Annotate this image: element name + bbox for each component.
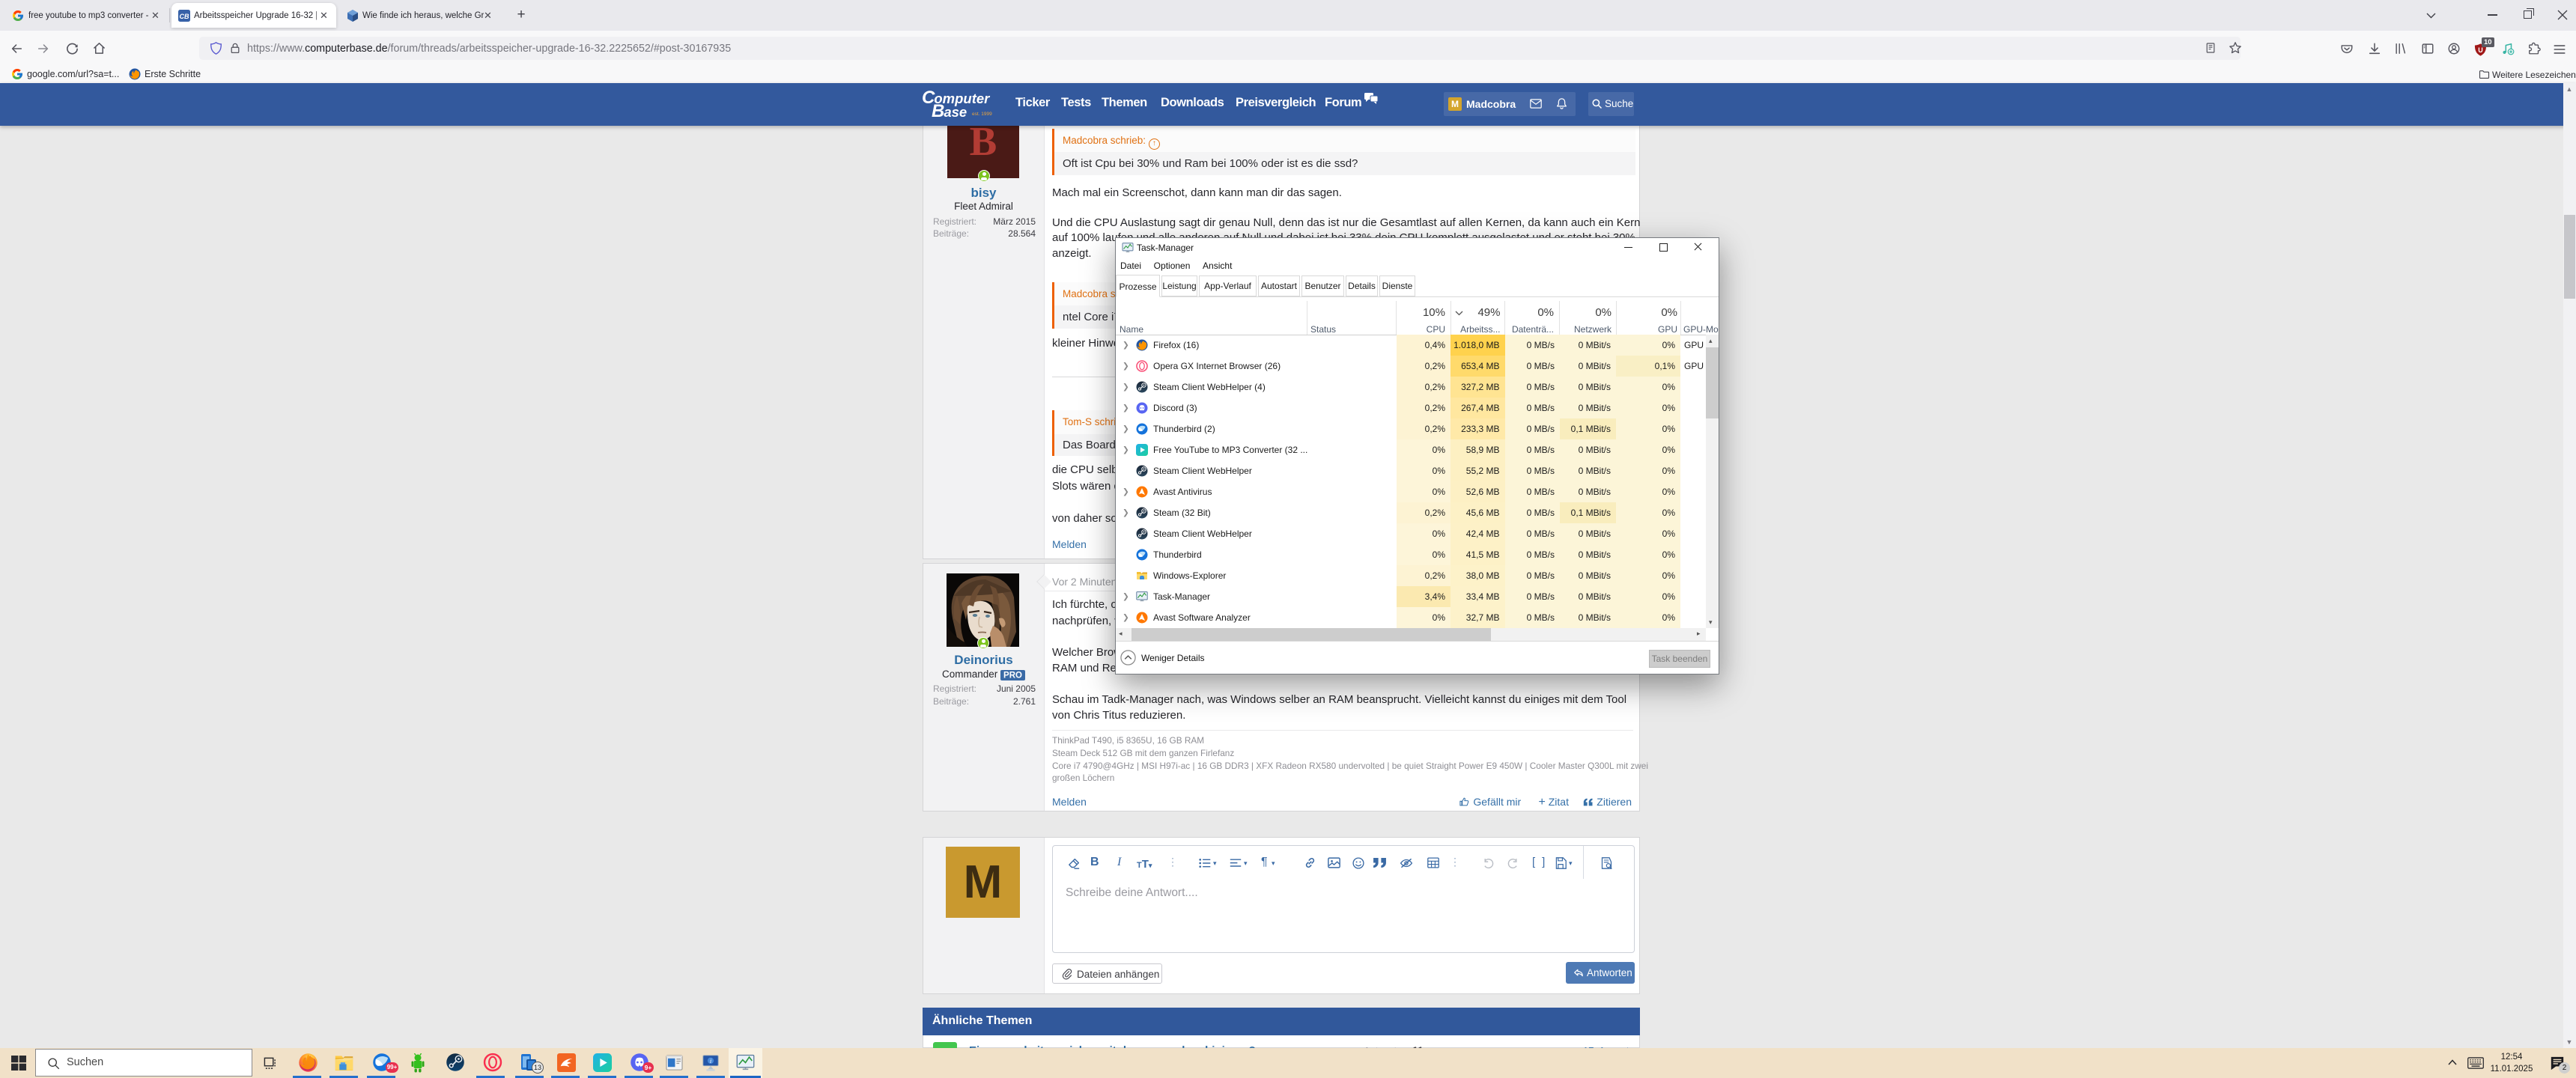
- svg-text:CB: CB: [180, 13, 189, 20]
- svg-text:Base: Base: [932, 101, 967, 121]
- svg-text:est. 1999: est. 1999: [972, 112, 992, 117]
- svg-text:U: U: [2478, 46, 2483, 54]
